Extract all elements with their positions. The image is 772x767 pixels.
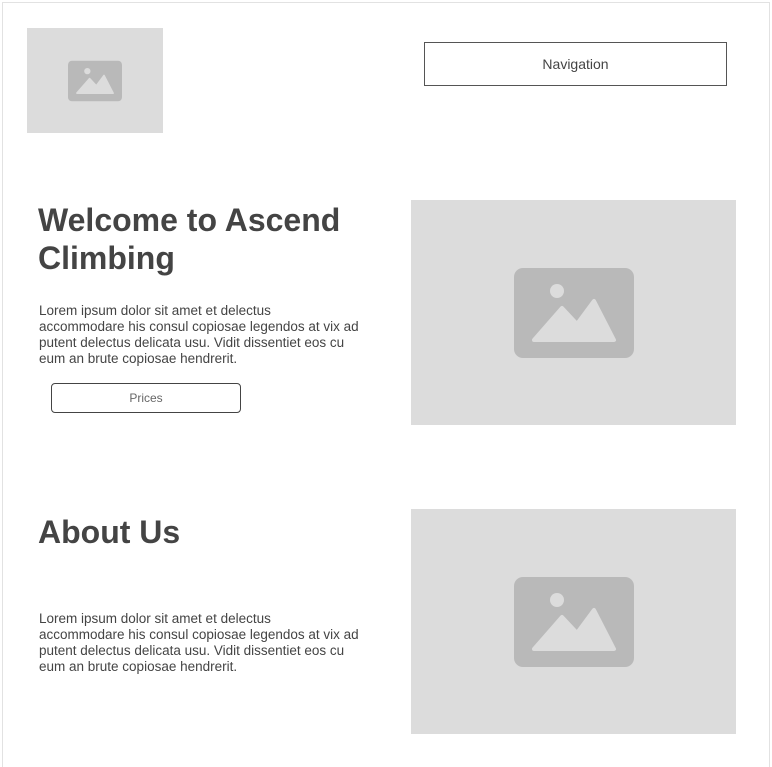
image-placeholder-icon xyxy=(513,576,634,667)
hero-description: Lorem ipsum dolor sit amet et delectus a… xyxy=(39,303,359,366)
hero-title: Welcome to Ascend Climbing xyxy=(38,202,341,276)
about-description: Lorem ipsum dolor sit amet et delectus a… xyxy=(39,611,359,674)
image-placeholder-icon xyxy=(68,60,122,101)
navigation-button[interactable]: Navigation xyxy=(424,42,727,86)
about-title: About Us xyxy=(38,514,181,550)
prices-button[interactable]: Prices xyxy=(51,383,241,413)
image-placeholder-icon xyxy=(513,267,634,358)
about-image xyxy=(411,509,736,734)
hero-image xyxy=(411,200,736,425)
logo-image[interactable] xyxy=(27,28,163,133)
